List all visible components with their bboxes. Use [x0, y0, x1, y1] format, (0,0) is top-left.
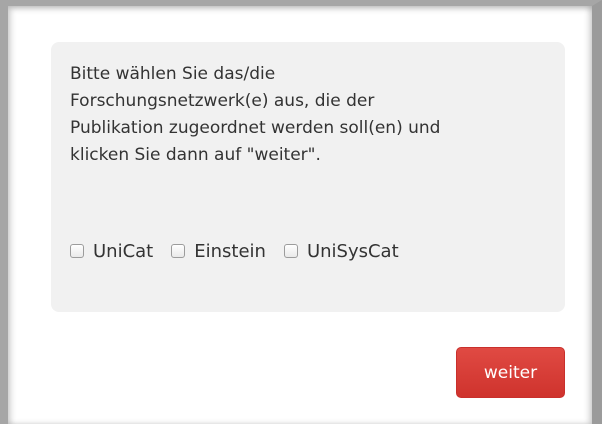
option-unicat[interactable]: UniCat: [70, 241, 153, 262]
option-unisyscat[interactable]: UniSysCat: [283, 240, 399, 262]
unisyscat-checkbox[interactable]: [283, 244, 298, 258]
instruction-line: Publikation zugeordnet werden soll(en) u…: [70, 118, 441, 138]
instruction-text: Bitte wählen Sie das/die Forschungsnetzw…: [70, 61, 540, 169]
network-options: UniCat Einstein UniSysCat: [70, 239, 417, 263]
instruction-line: klicken Sie dann auf "weiter".: [70, 145, 321, 165]
unicat-label: UniCat: [93, 240, 154, 262]
dialog-frame: Bitte wählen Sie das/die Forschungsnetzw…: [0, 0, 602, 424]
unisyscat-label: UniSysCat: [306, 240, 399, 262]
einstein-checkbox[interactable]: [171, 244, 186, 258]
weiter-button[interactable]: weiter: [456, 347, 565, 398]
instruction-line: Bitte wählen Sie das/die: [70, 64, 276, 84]
selection-panel: Bitte wählen Sie das/die Forschungsnetzw…: [51, 42, 565, 312]
instruction-line: Forschungsnetzwerk(e) aus, die der: [70, 91, 375, 111]
option-einstein[interactable]: Einstein: [171, 241, 266, 262]
einstein-label: Einstein: [194, 240, 266, 262]
unicat-checkbox[interactable]: [70, 244, 84, 258]
